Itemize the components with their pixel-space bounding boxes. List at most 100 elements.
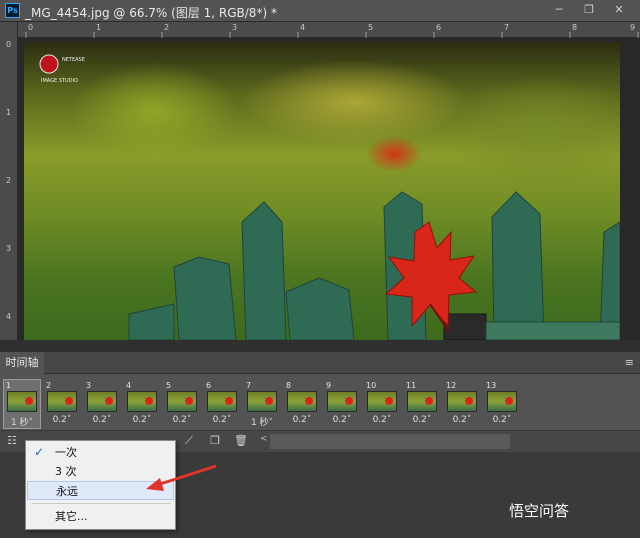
frame-delay-select[interactable]: 0.2˅ [444, 415, 480, 425]
ruler-tick-label: 2 [164, 23, 170, 32]
frame-number: 13 [486, 381, 497, 390]
menu-item-label: 一次 [55, 446, 77, 459]
duplicate-frame-icon[interactable]: ❐ [208, 434, 222, 448]
photoshop-logo-icon: Ps [5, 3, 20, 18]
frame-number: 11 [406, 381, 417, 390]
studio-logo-icon: NETEASE IMAGE STUDIO [39, 54, 85, 84]
ruler-tick-label: 4 [300, 23, 306, 32]
frame-delay-select[interactable]: 0.2˅ [364, 415, 400, 425]
ruler-tick-label: 0 [6, 40, 12, 49]
frame-number: 9 [326, 381, 332, 390]
frame-number: 2 [46, 381, 52, 390]
checkmark-icon: ✓ [34, 445, 45, 459]
frame-number: 4 [126, 381, 132, 390]
frame-13[interactable]: 13 0.2˅ [484, 380, 520, 428]
ruler-tick-label: 3 [6, 244, 12, 253]
ruler-tick-label: 5 [368, 23, 374, 32]
frame-10[interactable]: 10 0.2˅ [364, 380, 400, 428]
frame-5[interactable]: 5 0.2˅ [164, 380, 200, 428]
frame-thumbnail [447, 391, 477, 412]
frame-3[interactable]: 3 0.2˅ [84, 380, 120, 428]
frame-12[interactable]: 12 0.2˅ [444, 380, 480, 428]
frame-thumbnail [287, 391, 317, 412]
logo-line-2: IMAGE STUDIO [41, 78, 78, 84]
frames-strip: 1 1 秒˅ 2 0.2˅ 3 0.2˅ 4 0.2˅ 5 0.2˅ 6 0.2… [0, 374, 640, 430]
loop-option-other[interactable]: 其它... [27, 507, 174, 526]
restore-icon[interactable]: ❐ [578, 2, 600, 19]
frame-number: 8 [286, 381, 292, 390]
scroll-left-icon[interactable]: < [260, 434, 268, 444]
convert-timeline-icon[interactable]: ☷ [5, 434, 19, 448]
photo-scene [128, 191, 620, 340]
ruler-tick-label: 9 [630, 23, 636, 32]
close-icon[interactable]: ✕ [608, 2, 630, 19]
menu-separator [32, 503, 171, 504]
frame-delay-select[interactable]: 0.2˅ [44, 415, 80, 425]
ruler-ticks [25, 32, 639, 38]
logo-line-1: NETEASE [62, 57, 85, 63]
ruler-tick-label: 4 [6, 312, 12, 321]
frame-thumbnail [487, 391, 517, 412]
frame-delay-select[interactable]: 0.2˅ [204, 415, 240, 425]
frame-thumbnail [47, 391, 77, 412]
timeline-panel-header: 时间轴 ≡ [0, 352, 640, 374]
frame-thumbnail [167, 391, 197, 412]
ruler-tick-label: 8 [572, 23, 578, 32]
frame-delay-select[interactable]: 1 秒˅ [244, 415, 280, 428]
timeline-scrollbar[interactable] [270, 434, 510, 449]
title-bar: Ps _MG_4454.jpg @ 66.7% (图层 1, RGB/8*) *… [0, 0, 640, 22]
frame-delay-select[interactable]: 0.2˅ [124, 415, 160, 425]
annotation-arrow-icon [146, 464, 217, 491]
frame-delay-select[interactable]: 0.2˅ [404, 415, 440, 425]
menu-item-label: 永远 [56, 485, 78, 498]
frame-delay-select[interactable]: 0.2˅ [84, 415, 120, 425]
ruler-tick-label: 0 [28, 23, 34, 32]
frame-7[interactable]: 7 1 秒˅ [244, 380, 280, 428]
frame-thumbnail [407, 391, 437, 412]
watermark-text: 悟空问答 [509, 502, 570, 520]
frame-thumbnail [247, 391, 277, 412]
ruler-tick-label: 2 [6, 176, 12, 185]
menu-item-label: 其它... [55, 510, 88, 523]
panel-menu-icon[interactable]: ≡ [625, 356, 634, 369]
frame-4[interactable]: 4 0.2˅ [124, 380, 160, 428]
frame-9[interactable]: 9 0.2˅ [324, 380, 360, 428]
frame-thumbnail [327, 391, 357, 412]
frame-thumbnail [127, 391, 157, 412]
photo-image: NETEASE IMAGE STUDIO [24, 42, 620, 340]
tween-icon[interactable]: ⟋ [182, 434, 196, 448]
ruler-tick-label: 1 [6, 108, 12, 117]
frame-thumbnail [207, 391, 237, 412]
ruler-tick-label: 1 [96, 23, 102, 32]
frame-delay-select[interactable]: 0.2˅ [484, 415, 520, 425]
minimize-icon[interactable]: ─ [548, 2, 570, 19]
frame-number: 12 [446, 381, 457, 390]
horizontal-ruler[interactable]: 0 1 2 3 4 5 6 7 8 9 [18, 22, 640, 38]
frame-delay-select[interactable]: 0.2˅ [164, 415, 200, 425]
ruler-tick-label: 3 [232, 23, 238, 32]
frame-1[interactable]: 1 1 秒˅ [3, 379, 41, 429]
frame-number: 3 [86, 381, 92, 390]
panel-dock-strip [0, 340, 640, 352]
delete-frame-icon[interactable]: 🗑 [234, 434, 248, 448]
frame-number: 7 [246, 381, 252, 390]
frame-delay-select[interactable]: 0.2˅ [324, 415, 360, 425]
frame-number: 6 [206, 381, 212, 390]
frame-number: 5 [166, 381, 172, 390]
document-canvas[interactable]: NETEASE IMAGE STUDIO [18, 38, 640, 340]
ruler-tick-label: 7 [504, 23, 510, 32]
frame-11[interactable]: 11 0.2˅ [404, 380, 440, 428]
frame-thumbnail [7, 391, 37, 412]
frame-delay-select[interactable]: 0.2˅ [284, 415, 320, 425]
frame-delay-select[interactable]: 1 秒˅ [4, 415, 40, 428]
document-title: _MG_4454.jpg @ 66.7% (图层 1, RGB/8*) * [25, 6, 277, 20]
frame-6[interactable]: 6 0.2˅ [204, 380, 240, 428]
tab-timeline[interactable]: 时间轴 [0, 352, 44, 374]
ruler-tick-label: 6 [436, 23, 442, 32]
menu-item-label: 3 次 [55, 465, 77, 478]
frame-2[interactable]: 2 0.2˅ [44, 380, 80, 428]
vertical-ruler[interactable]: 0 1 2 3 4 [0, 22, 18, 340]
frame-thumbnail [367, 391, 397, 412]
frame-number: 1 [6, 381, 12, 390]
frame-8[interactable]: 8 0.2˅ [284, 380, 320, 428]
